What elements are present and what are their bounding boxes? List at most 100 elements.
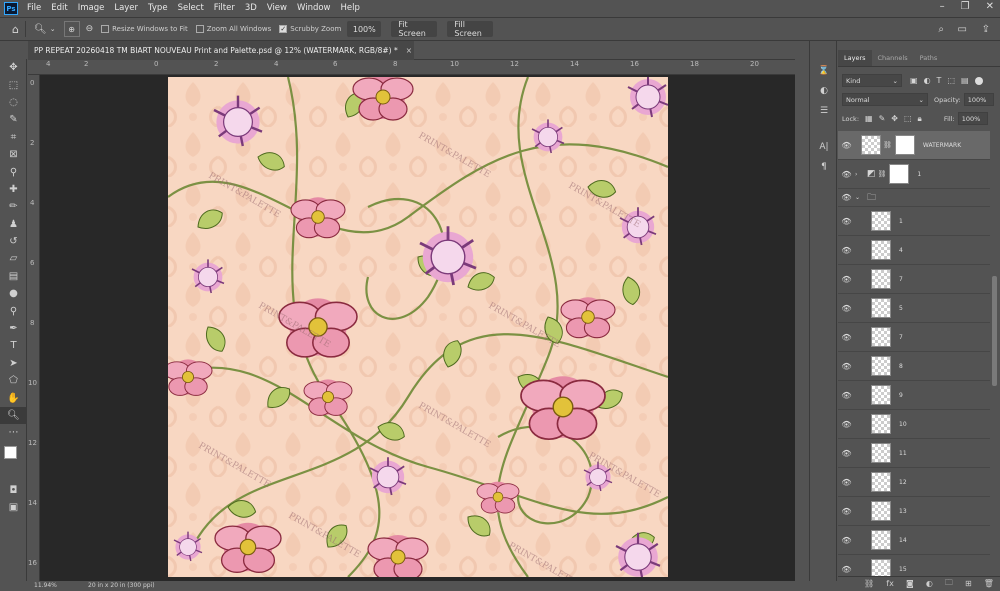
menu-help[interactable]: Help <box>336 0 365 17</box>
close-tab-icon[interactable]: × <box>406 46 412 55</box>
layer-row[interactable]: 👁︎ 12 <box>838 468 990 497</box>
menu-edit[interactable]: Edit <box>46 0 72 17</box>
character-icon[interactable]: A| <box>810 137 838 157</box>
type-tool-icon[interactable]: T <box>0 337 27 354</box>
eye-icon[interactable]: 👁︎ <box>838 217 855 226</box>
brush-tool-icon[interactable]: ✏ <box>0 198 27 215</box>
move-tool-icon[interactable]: ✥ <box>0 59 27 76</box>
canvas-workspace[interactable]: PRINT&PALETTE PRINT&PALETTE PRINT&PALETT… <box>40 75 795 581</box>
fill-field[interactable]: 100% <box>957 112 988 125</box>
layer-row[interactable]: 👁︎ 9 <box>838 381 990 410</box>
eye-icon[interactable]: 👁︎ <box>838 275 855 284</box>
zoom-tool-preset-icon[interactable]: 🔍︎ <box>34 24 47 35</box>
layer-group-row[interactable]: 👁︎ ⌄ 🗀 <box>838 189 990 207</box>
chevron-right-icon[interactable]: › <box>855 171 865 178</box>
kind-filter-dropdown[interactable]: Kind ⌄ <box>842 74 902 87</box>
filter-shape-icon[interactable]: ⬚ <box>947 76 955 85</box>
new-layer-icon[interactable]: ⊞ <box>965 579 972 588</box>
foreground-color[interactable] <box>4 445 17 459</box>
eye-icon[interactable]: 👁︎ <box>838 536 855 545</box>
tab-channels[interactable]: Channels <box>872 54 914 66</box>
marquee-tool-icon[interactable]: ⬚ <box>0 76 27 93</box>
lock-position-icon[interactable]: ✥ <box>891 114 898 123</box>
fill-screen-button[interactable]: Fill Screen <box>447 20 494 38</box>
add-mask-icon[interactable]: ◙ <box>906 579 914 588</box>
layer-row[interactable]: 👁︎ 4 <box>838 236 990 265</box>
layer-row[interactable]: 👁︎ 8 <box>838 352 990 381</box>
history-brush-icon[interactable]: ↺ <box>0 233 27 250</box>
filter-type-icon[interactable]: T <box>937 76 942 85</box>
eye-icon[interactable]: 👁︎ <box>838 141 855 150</box>
tab-paths[interactable]: Paths <box>914 54 944 66</box>
zoom-100-button[interactable]: 100% <box>347 21 382 37</box>
zoom-all-windows-checkbox[interactable]: Zoom All Windows <box>195 25 271 33</box>
layer-row[interactable]: 👁︎ › ◩ ⛓ 1 <box>838 160 990 189</box>
minimize-button[interactable]: – <box>940 1 945 12</box>
close-window-button[interactable]: ✕ <box>986 1 994 12</box>
filter-smart-icon[interactable]: ▤ <box>961 76 969 85</box>
eye-icon[interactable]: 👁︎ <box>838 478 855 487</box>
menu-view[interactable]: View <box>262 0 292 17</box>
filter-toggle-icon[interactable] <box>974 76 983 85</box>
blur-tool-icon[interactable]: ● <box>0 285 27 302</box>
menu-image[interactable]: Image <box>73 0 110 17</box>
layer-row[interactable]: 👁︎ 7 <box>838 265 990 294</box>
share-icon[interactable]: ⇪ <box>982 24 990 35</box>
restore-button[interactable]: ❐ <box>961 1 970 12</box>
lock-brush-icon[interactable]: ✎ <box>879 114 886 123</box>
quick-select-tool-icon[interactable]: ✎ <box>0 111 27 128</box>
shape-tool-icon[interactable]: ⬠ <box>0 372 27 389</box>
menu-window[interactable]: Window <box>292 0 336 17</box>
eye-icon[interactable]: 👁︎ <box>838 507 855 516</box>
search-icon[interactable]: ⌕ <box>938 24 944 35</box>
lock-artboard-icon[interactable]: ⬚ <box>904 114 912 123</box>
document-tab[interactable]: PP REPEAT 20260418 TM BIART NOUVEAU Prin… <box>28 41 414 60</box>
workspace-icon[interactable]: ▭ <box>958 24 967 35</box>
opacity-field[interactable]: 100% <box>963 93 994 106</box>
eyedropper-tool-icon[interactable]: ⚲ <box>0 163 27 180</box>
adjustments-icon[interactable]: ◐ <box>810 81 838 101</box>
fit-screen-button[interactable]: Fit Screen <box>391 20 438 38</box>
menu-select[interactable]: Select <box>173 0 209 17</box>
color-swatches[interactable] <box>0 442 27 482</box>
chevron-down-icon[interactable]: ⌄ <box>855 194 865 201</box>
clone-stamp-icon[interactable]: ♟ <box>0 216 27 233</box>
trash-icon[interactable]: 🗑 <box>984 579 994 588</box>
layer-row[interactable]: 👁︎ 13 <box>838 497 990 526</box>
menu-file[interactable]: File <box>22 0 46 17</box>
healing-brush-icon[interactable]: ✚ <box>0 181 27 198</box>
history-icon[interactable]: ⌛ <box>810 61 838 81</box>
frame-tool-icon[interactable]: ⊠ <box>0 146 27 163</box>
quick-mask-icon[interactable]: ◘ <box>0 482 27 499</box>
lasso-tool-icon[interactable]: ◌ <box>0 94 27 111</box>
zoom-in-icon[interactable]: ⊕ <box>63 21 80 37</box>
eye-icon[interactable]: 👁︎ <box>838 170 855 179</box>
layer-row[interactable]: 👁︎ 1 <box>838 207 990 236</box>
zoom-tool-icon[interactable]: 🔍︎ <box>0 406 27 425</box>
eye-icon[interactable]: 👁︎ <box>838 362 855 371</box>
fx-icon[interactable]: fx <box>886 579 894 588</box>
layer-row[interactable]: 👁︎ 7 <box>838 323 990 352</box>
floral-pattern-artwork[interactable]: PRINT&PALETTE PRINT&PALETTE PRINT&PALETT… <box>168 77 668 577</box>
layer-row[interactable]: 👁︎ 14 <box>838 526 990 555</box>
eye-icon[interactable]: 👁︎ <box>838 449 855 458</box>
layer-row[interactable]: 👁︎ 10 <box>838 410 990 439</box>
zoom-readout[interactable]: 11.94% <box>34 582 57 589</box>
tab-layers[interactable]: Layers <box>838 50 872 66</box>
adjustment-layer-icon[interactable]: ◐ <box>926 579 933 588</box>
filter-adjust-icon[interactable]: ◐ <box>924 76 931 85</box>
menu-filter[interactable]: Filter <box>209 0 240 17</box>
layer-row[interactable]: 👁︎ 5 <box>838 294 990 323</box>
eye-icon[interactable]: 👁︎ <box>838 391 855 400</box>
menu-type[interactable]: Type <box>143 0 173 17</box>
filter-pixel-icon[interactable]: ▣ <box>910 76 918 85</box>
link-layers-icon[interactable]: ⛓ <box>864 579 874 588</box>
resize-windows-checkbox[interactable]: Resize Windows to Fit <box>101 25 188 33</box>
screen-mode-icon[interactable]: ▣ <box>0 499 27 516</box>
paragraph-icon[interactable]: ¶ <box>810 157 838 177</box>
scrubby-zoom-checkbox[interactable]: ✓ Scrubby Zoom <box>279 25 341 33</box>
more-tools-icon[interactable]: ⋯ <box>0 424 27 441</box>
eye-icon[interactable]: 👁︎ <box>838 304 855 313</box>
home-icon[interactable]: ⌂ <box>12 23 19 36</box>
layer-row[interactable]: 👁︎ 11 <box>838 439 990 468</box>
